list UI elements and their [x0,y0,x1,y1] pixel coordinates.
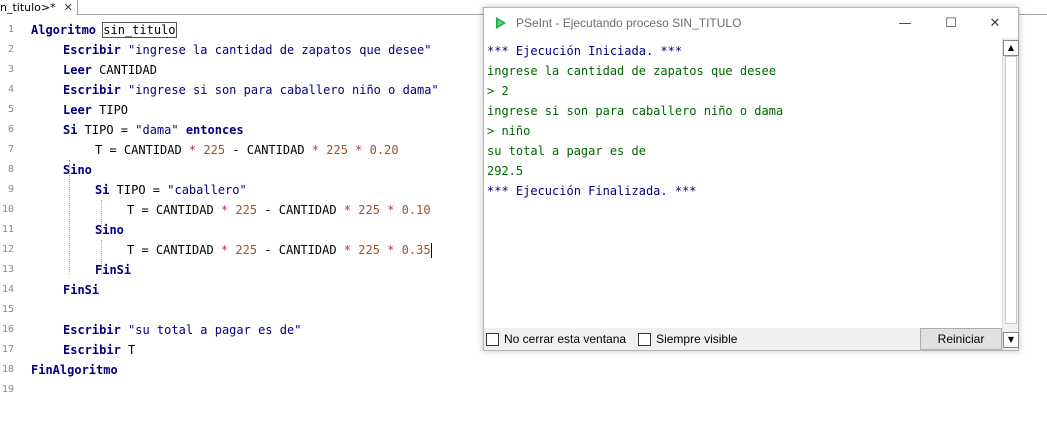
line-number: 1 [7,24,14,35]
window-titlebar[interactable]: PSeInt - Ejecutando proceso SIN_TITULO —… [484,8,1018,38]
console-output[interactable]: *** Ejecución Iniciada. *** ingrese la c… [484,38,1002,328]
text-caret [430,243,432,258]
console-line: *** Ejecución Finalizada. *** [487,184,697,198]
execution-window: PSeInt - Ejecutando proceso SIN_TITULO —… [483,7,1019,351]
minimize-button[interactable]: — [882,8,928,38]
console-scrollbar[interactable]: ▲ ▼ [1002,38,1019,350]
console-line: > niño [487,124,531,138]
no-cerrar-label: No cerrar esta ventana [504,332,627,346]
console-line: ingrese la cantidad de zapatos que desee [487,64,776,78]
algorithm-name: sin_titulo [102,22,177,38]
siempre-visible-checkbox[interactable] [638,332,652,346]
code-line: 19 [1,384,14,395]
tab-close-icon[interactable]: ✕ [64,1,73,15]
console-line: su total a pagar es de [487,144,646,158]
console-options-bar: No cerrar esta ventana Siempre visible R… [484,328,1002,350]
no-cerrar-checkbox[interactable] [486,332,499,346]
console-line: > 2 [487,84,509,98]
tab-label: n_titulo>* [0,0,56,14]
maximize-button[interactable]: ☐ [928,8,974,38]
close-button[interactable]: ✕ [972,8,1018,38]
console-line: ingrese si son para caballero niño o dam… [487,104,784,118]
window-title: PSeInt - Ejecutando proceso SIN_TITULO [516,16,742,30]
scroll-up-icon[interactable]: ▲ [1003,40,1019,56]
code-line: 18 FinAlgoritmo [1,363,118,377]
tab-sin-titulo[interactable]: n_titulo>* ✕ [0,0,78,15]
console-line: *** Ejecución Iniciada. *** [487,44,683,58]
scroll-thumb[interactable] [1005,56,1017,324]
siempre-visible-label: Siempre visible [656,332,738,346]
scroll-down-icon[interactable]: ▼ [1003,332,1019,348]
console-line: 292.5 [487,164,524,178]
reiniciar-button[interactable]: Reiniciar [920,328,1002,350]
pseint-logo-icon [496,17,506,29]
